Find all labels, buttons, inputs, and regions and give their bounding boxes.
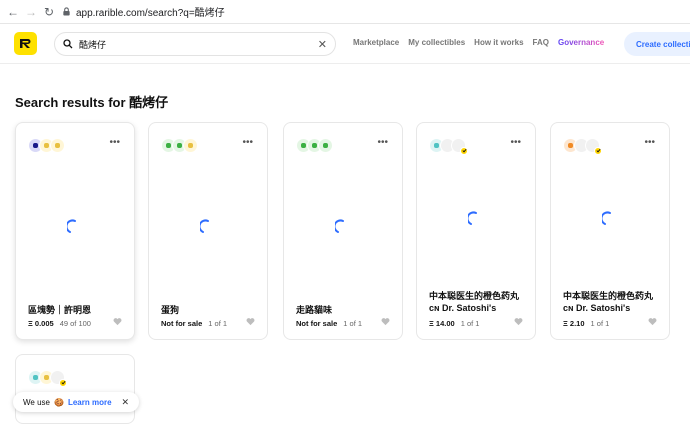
search-icon: [63, 39, 73, 49]
nft-card[interactable]: ••• 中本聪医生的橙色药丸 ᴄɴ Dr. Satoshi's Ξ 14.00 …: [416, 122, 536, 340]
card-meta: Ξ 0.005 49 of 100: [28, 319, 91, 328]
nav-how-it-works[interactable]: How it works: [474, 38, 523, 47]
nft-card[interactable]: [15, 354, 135, 424]
heart-icon[interactable]: [381, 317, 390, 326]
card-price: Ξ 2.10: [563, 319, 585, 328]
address-url: app.rarible.com/search?q=酷烤仔: [76, 8, 225, 19]
forward-icon[interactable]: →: [22, 3, 40, 21]
loading-spinner-icon: [468, 211, 477, 225]
card-price: Ξ 14.00: [429, 319, 455, 328]
card-meta: Ξ 2.10 1 of 1: [563, 319, 609, 328]
address-bar[interactable]: app.rarible.com/search?q=酷烤仔: [62, 4, 225, 19]
card-title: 走路貓味: [296, 305, 333, 315]
card-avatars: [28, 369, 67, 387]
more-options-icon[interactable]: •••: [109, 137, 120, 148]
close-icon[interactable]: ✕: [122, 397, 130, 408]
learn-more-link[interactable]: Learn more: [68, 398, 112, 407]
create-collectible-button[interactable]: Create collecti: [624, 32, 690, 56]
card-avatars: [563, 137, 602, 155]
card-title: 區塊勢｜許明恩: [28, 305, 92, 315]
card-meta: Not for sale 1 of 1: [161, 319, 227, 328]
collection-avatar[interactable]: [451, 137, 468, 155]
card-collection: ᴄɴ Dr. Satoshi's: [563, 303, 631, 313]
nav-faq[interactable]: FAQ: [533, 38, 549, 47]
nft-card[interactable]: ••• 蛋狗 Not for sale 1 of 1: [148, 122, 268, 340]
card-stock: 1 of 1: [208, 319, 228, 328]
more-options-icon[interactable]: •••: [510, 137, 521, 148]
card-title: 中本聪医生的橙色药丸: [429, 291, 520, 301]
nav-my-collectibles[interactable]: My collectibles: [408, 38, 465, 47]
card-stock: 1 of 1: [590, 319, 610, 328]
card-title: 中本聪医生的橙色药丸: [563, 291, 654, 301]
card-price: Ξ 0.005: [28, 319, 54, 328]
search-input[interactable]: 酷烤仔: [79, 38, 318, 51]
heart-icon[interactable]: [246, 317, 255, 326]
more-options-icon[interactable]: •••: [242, 137, 253, 148]
collection-avatar[interactable]: [183, 137, 198, 153]
card-collection: ᴄɴ Dr. Satoshi's: [429, 303, 497, 313]
card-title: 蛋狗: [161, 305, 180, 315]
collection-avatar[interactable]: [585, 137, 602, 155]
card-meta: Ξ 14.00 1 of 1: [429, 319, 479, 328]
search-bar[interactable]: 酷烤仔 ✕: [54, 32, 336, 56]
nft-card[interactable]: ••• 中本聪医生的橙色药丸 ᴄɴ Dr. Satoshi's Ξ 2.10 1…: [550, 122, 670, 340]
rarible-logo[interactable]: [14, 32, 37, 55]
card-stock: 1 of 1: [460, 319, 480, 328]
main-nav: Marketplace My collectibles How it works…: [353, 38, 604, 47]
heart-icon[interactable]: [113, 317, 122, 326]
cookie-text: We use: [23, 397, 50, 407]
cookie-icon: 🍪: [53, 397, 64, 407]
nft-card[interactable]: ••• 區塊勢｜許明恩 Ξ 0.005 49 of 100: [15, 122, 135, 340]
nav-marketplace[interactable]: Marketplace: [353, 38, 399, 47]
card-stock: 1 of 1: [343, 319, 363, 328]
card-avatars: [296, 137, 333, 153]
browser-toolbar: ← → ↻ app.rarible.com/search?q=酷烤仔: [0, 0, 690, 24]
collection-avatar[interactable]: [50, 137, 65, 153]
card-avatars: [161, 137, 198, 153]
back-icon[interactable]: ←: [4, 3, 22, 21]
card-price: Not for sale: [296, 319, 338, 328]
reload-icon[interactable]: ↻: [40, 3, 58, 21]
collection-avatar[interactable]: [50, 369, 67, 387]
card-price: Not for sale: [161, 319, 203, 328]
verified-check-icon: [59, 378, 67, 387]
loading-spinner-icon: [602, 211, 611, 225]
card-avatars: [28, 137, 65, 153]
nav-governance[interactable]: Governance: [558, 38, 604, 47]
card-meta: Not for sale 1 of 1: [296, 319, 362, 328]
site-header: 酷烤仔 ✕ Marketplace My collectibles How it…: [0, 24, 690, 64]
loading-spinner-icon: [335, 219, 344, 233]
card-stock: 49 of 100: [59, 319, 91, 328]
loading-spinner-icon: [200, 219, 209, 233]
page-title: Search results for 酷烤仔: [15, 95, 169, 110]
cookie-banner: We use 🍪 Learn more ✕: [13, 392, 140, 412]
collection-avatar[interactable]: [318, 137, 333, 153]
heart-icon[interactable]: [648, 317, 657, 326]
more-options-icon[interactable]: •••: [644, 137, 655, 148]
nft-card[interactable]: ••• 走路貓味 Not for sale 1 of 1: [283, 122, 403, 340]
clear-search-icon[interactable]: ✕: [318, 38, 327, 51]
rarible-logo-icon: [20, 39, 31, 48]
card-avatars: [429, 137, 468, 155]
heart-icon[interactable]: [514, 317, 523, 326]
lock-icon: [63, 7, 70, 16]
more-options-icon[interactable]: •••: [377, 137, 388, 148]
verified-check-icon: [594, 146, 602, 155]
loading-spinner-icon: [67, 219, 76, 233]
verified-check-icon: [460, 146, 468, 155]
